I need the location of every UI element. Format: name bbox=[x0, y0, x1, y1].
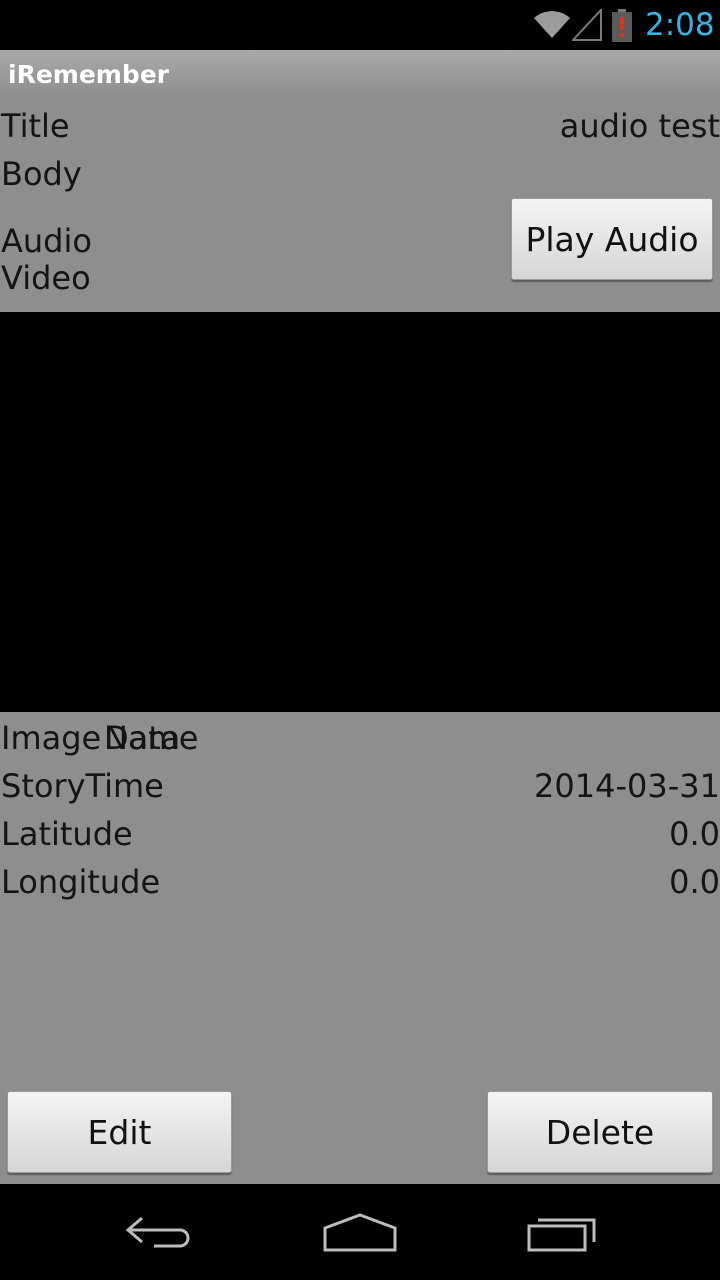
name-label: Name bbox=[104, 719, 199, 757]
delete-button[interactable]: Delete bbox=[487, 1091, 713, 1173]
play-audio-button[interactable]: Play Audio bbox=[511, 198, 713, 280]
edit-button[interactable]: Edit bbox=[7, 1091, 232, 1173]
audio-label: Audio bbox=[1, 222, 92, 260]
video-player[interactable] bbox=[0, 312, 720, 712]
home-icon[interactable] bbox=[322, 1212, 398, 1252]
longitude-value: 0.0 bbox=[669, 863, 720, 901]
title-label: Title bbox=[1, 107, 70, 145]
image-label: Image bbox=[1, 719, 102, 757]
status-clock: 2:08 bbox=[645, 7, 715, 43]
body-label: Body bbox=[1, 155, 82, 193]
wifi-icon bbox=[534, 11, 570, 38]
status-bar: 2:08 bbox=[0, 0, 720, 50]
note-details-bottom: Image Data Name StoryTime 2014-03-31 Lat… bbox=[0, 712, 720, 1184]
latitude-value: 0.0 bbox=[669, 815, 720, 853]
screen: 2:08 iRemember Title audio test Body Aud… bbox=[0, 0, 720, 1280]
app-title: iRemember bbox=[8, 60, 170, 89]
longitude-label: Longitude bbox=[1, 863, 161, 901]
recent-apps-icon[interactable] bbox=[526, 1212, 598, 1252]
battery-alert-icon bbox=[612, 9, 632, 42]
action-bar: iRemember bbox=[0, 50, 720, 100]
back-icon[interactable] bbox=[124, 1212, 196, 1252]
story-time-value: 2014-03-31 bbox=[534, 767, 720, 805]
cell-signal-icon bbox=[572, 9, 602, 41]
story-time-label: StoryTime bbox=[1, 767, 164, 805]
video-label: Video bbox=[1, 259, 91, 297]
note-details-top: Title audio test Body Audio Play Audio V… bbox=[0, 100, 720, 312]
latitude-label: Latitude bbox=[1, 815, 133, 853]
navigation-bar bbox=[0, 1184, 720, 1280]
title-value: audio test bbox=[559, 107, 720, 145]
